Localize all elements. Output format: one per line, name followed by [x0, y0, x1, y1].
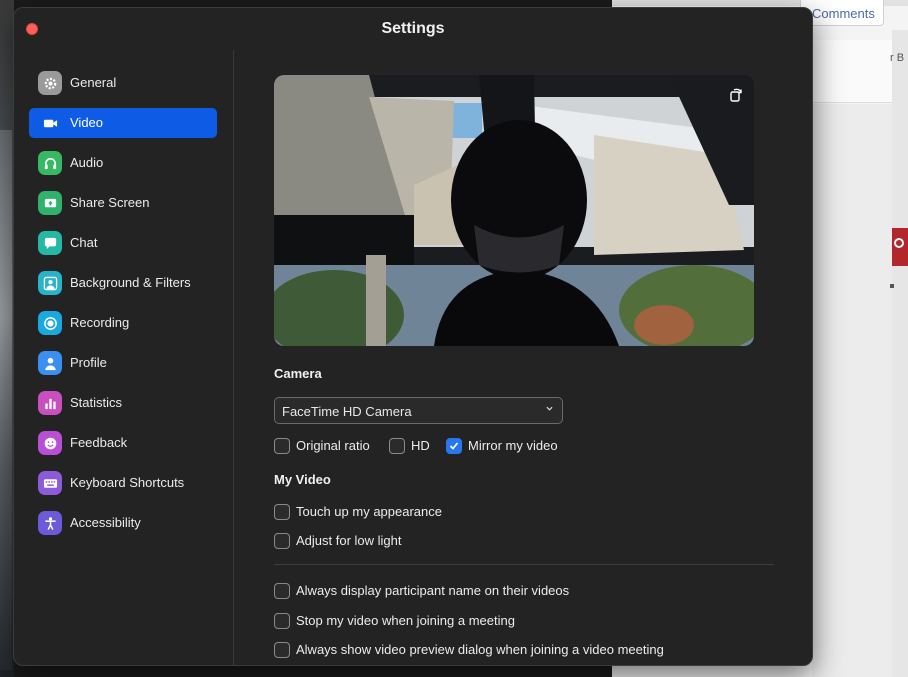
sidebar-item-label: Keyboard Shortcuts: [70, 475, 185, 490]
sidebar-item-background-filters[interactable]: Background & Filters: [29, 268, 217, 298]
my-video-section-title: My Video: [274, 472, 331, 487]
title-bar: Settings: [14, 8, 812, 50]
background-mark: [890, 284, 894, 288]
sidebar-item-profile[interactable]: Profile: [29, 348, 217, 378]
sidebar-item-chat[interactable]: Chat: [29, 228, 217, 258]
video-camera-icon: [38, 111, 62, 135]
camera-select[interactable]: FaceTime HD Camera: [274, 397, 563, 424]
sidebar-item-label: Chat: [70, 235, 98, 250]
checkbox-label: HD: [411, 438, 430, 453]
touch-up-checkbox-row[interactable]: Touch up my appearance: [274, 503, 454, 521]
headphones-icon: [38, 151, 62, 175]
checkbox-label: Adjust for low light: [296, 533, 402, 548]
share-icon: [894, 238, 904, 248]
display-names-checkbox[interactable]: [274, 583, 290, 599]
video-settings-panel: Camera FaceTime HD Camera Original ratio…: [234, 50, 812, 665]
background-pane: [812, 104, 892, 677]
keyboard-icon: [38, 471, 62, 495]
background-share-button[interactable]: [892, 228, 908, 266]
sidebar-item-label: Video: [70, 115, 104, 130]
touch-up-checkbox[interactable]: [274, 504, 290, 520]
checkbox-label: Touch up my appearance: [296, 504, 442, 519]
checkbox-label: Always display participant name on their…: [296, 583, 570, 598]
person-background-icon: [38, 271, 62, 295]
video-preview-dialog-checkbox[interactable]: [274, 642, 290, 658]
sidebar-item-general[interactable]: General: [29, 68, 217, 98]
settings-sidebar: General Video Audio Share Screen Chat Ba…: [14, 50, 234, 665]
video-preview-dialog-checkbox-row[interactable]: Always show video preview dialog when jo…: [274, 641, 694, 659]
checkbox-label: Mirror my video: [468, 438, 558, 453]
stop-video-checkbox[interactable]: [274, 613, 290, 629]
chat-bubble-icon: [38, 231, 62, 255]
person-icon: [38, 351, 62, 375]
smiley-icon: [38, 431, 62, 455]
hd-checkbox[interactable]: [389, 438, 405, 454]
sidebar-item-label: Feedback: [70, 435, 128, 450]
sidebar-item-recording[interactable]: Recording: [29, 308, 217, 338]
sidebar-item-label: Audio: [70, 155, 104, 170]
sidebar-item-label: Recording: [70, 315, 130, 330]
sidebar-item-label: Background & Filters: [70, 275, 191, 290]
checkbox-label: Original ratio: [296, 438, 370, 453]
original-ratio-checkbox[interactable]: [274, 438, 290, 454]
record-icon: [38, 311, 62, 335]
mirror-video-checkbox[interactable]: [446, 438, 462, 454]
background-image-strip: [0, 130, 12, 670]
mirror-video-checkbox-row[interactable]: Mirror my video: [446, 437, 566, 455]
share-screen-icon: [38, 191, 62, 215]
sidebar-item-share-screen[interactable]: Share Screen: [29, 188, 217, 218]
camera-section-title: Camera: [274, 366, 322, 381]
background-pane: [892, 30, 908, 677]
sidebar-item-label: Share Screen: [70, 195, 150, 210]
stop-video-checkbox-row[interactable]: Stop my video when joining a meeting: [274, 612, 534, 630]
camera-select-value: FaceTime HD Camera: [282, 404, 412, 419]
checkbox-label: Always show video preview dialog when jo…: [296, 642, 664, 657]
background-side-text: r B: [890, 52, 905, 64]
gear-icon: [38, 71, 62, 95]
sidebar-item-feedback[interactable]: Feedback: [29, 428, 217, 458]
rotate-camera-button[interactable]: [724, 83, 748, 107]
sidebar-item-label: Statistics: [70, 395, 123, 410]
display-names-checkbox-row[interactable]: Always display participant name on their…: [274, 582, 594, 600]
checkmark-icon: [449, 442, 459, 450]
sidebar-item-accessibility[interactable]: Accessibility: [29, 508, 217, 538]
background-pane: [812, 40, 892, 103]
sidebar-item-label: Profile: [70, 355, 107, 370]
sidebar-item-keyboard-shortcuts[interactable]: Keyboard Shortcuts: [29, 468, 217, 498]
bar-chart-icon: [38, 391, 62, 415]
sidebar-item-video[interactable]: Video: [29, 108, 217, 138]
rotate-icon: [730, 88, 742, 102]
settings-window: Settings General Video Audio Share Scree…: [13, 7, 813, 666]
background-comments-label: Comments: [812, 6, 875, 21]
low-light-checkbox[interactable]: [274, 533, 290, 549]
camera-preview: [274, 75, 754, 346]
low-light-checkbox-row[interactable]: Adjust for low light: [274, 532, 414, 550]
sidebar-item-label: Accessibility: [70, 515, 141, 530]
hd-checkbox-row[interactable]: HD: [389, 437, 434, 455]
sidebar-item-audio[interactable]: Audio: [29, 148, 217, 178]
checkbox-label: Stop my video when joining a meeting: [296, 613, 515, 628]
sidebar-item-label: General: [70, 75, 117, 90]
window-title: Settings: [381, 20, 445, 37]
original-ratio-checkbox-row[interactable]: Original ratio: [274, 437, 379, 455]
sidebar-item-statistics[interactable]: Statistics: [29, 388, 217, 418]
section-divider: [274, 564, 774, 565]
camera-preview-image: [274, 75, 754, 346]
accessibility-icon: [38, 511, 62, 535]
chevron-down-icon: [546, 406, 553, 411]
